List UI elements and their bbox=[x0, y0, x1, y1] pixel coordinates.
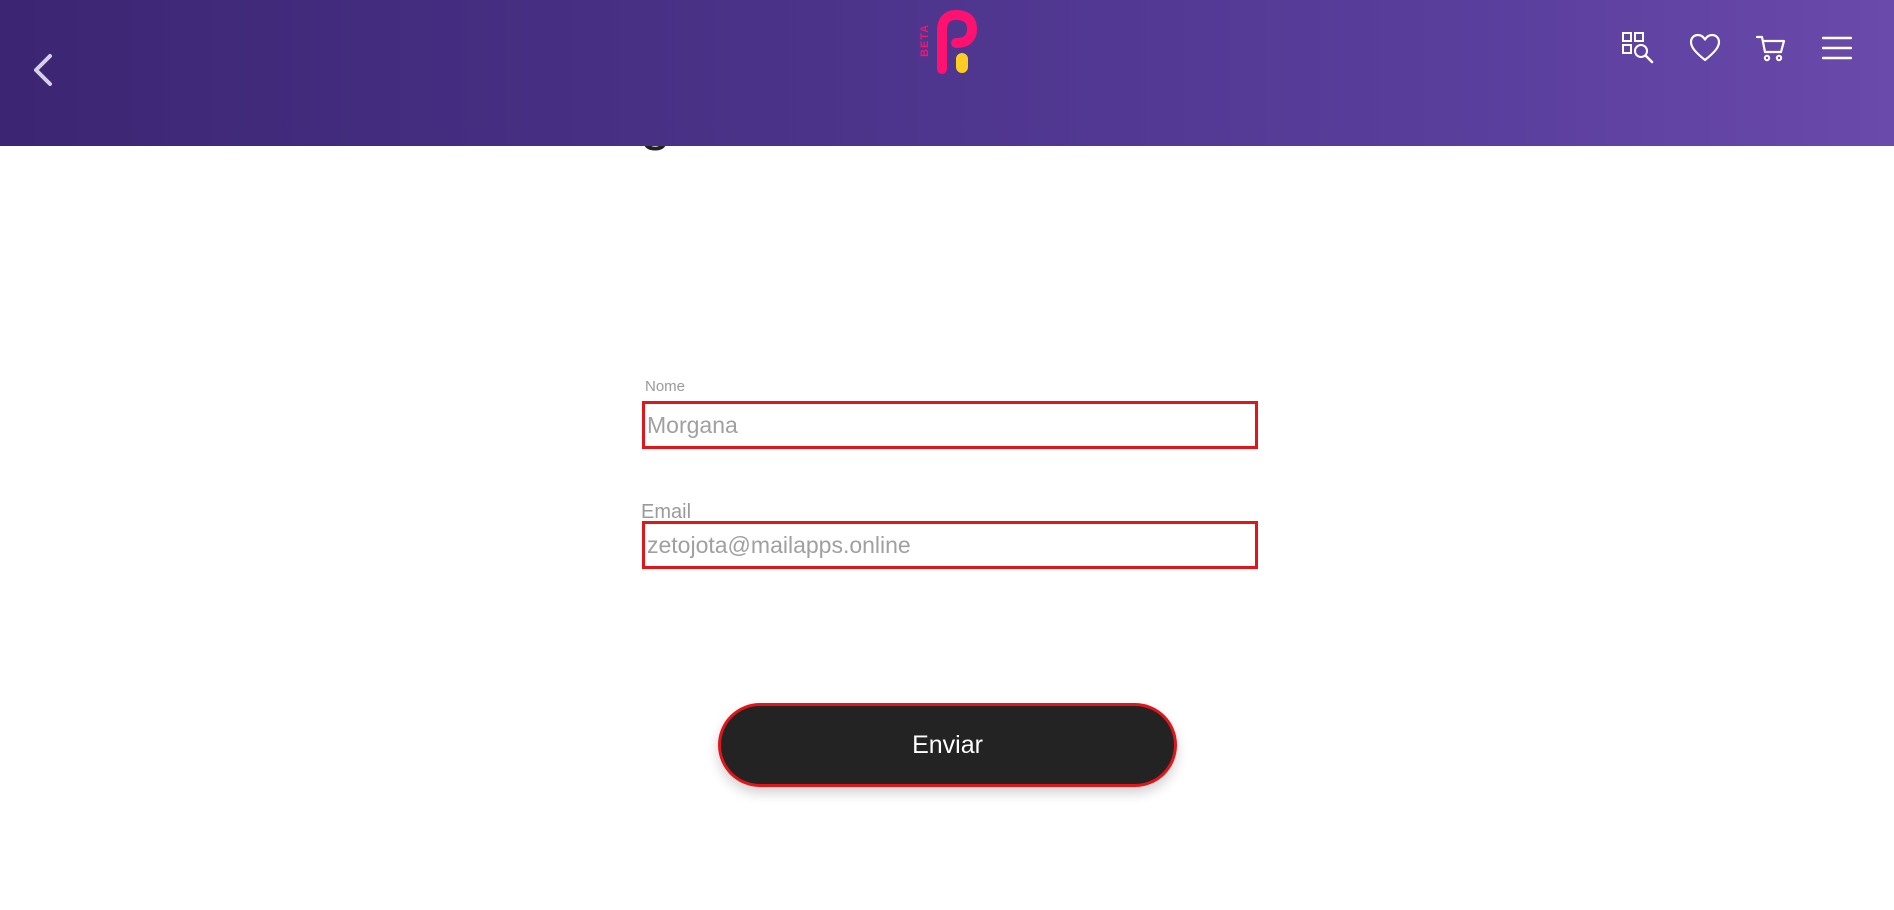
beta-badge: BETA bbox=[919, 24, 931, 57]
brand-logo[interactable]: BETA bbox=[914, 9, 980, 75]
catalog-search-button[interactable] bbox=[1620, 30, 1656, 66]
submit-button[interactable]: Enviar bbox=[718, 703, 1177, 787]
name-field-label: Nome bbox=[645, 378, 686, 395]
name-field[interactable] bbox=[642, 401, 1258, 449]
grid-search-icon bbox=[1622, 32, 1654, 64]
back-button[interactable] bbox=[26, 52, 60, 88]
cart-button[interactable] bbox=[1753, 30, 1789, 66]
top-navigation-bar: BETA bbox=[0, 0, 1894, 146]
wishlist-button[interactable] bbox=[1687, 30, 1723, 66]
hamburger-menu-icon bbox=[1822, 36, 1852, 60]
email-field[interactable] bbox=[642, 521, 1258, 569]
page: g BETA bbox=[0, 0, 1894, 910]
menu-button[interactable] bbox=[1819, 30, 1855, 66]
heart-icon bbox=[1689, 33, 1721, 62]
cart-icon bbox=[1755, 35, 1786, 62]
brand-logo-mark: BETA bbox=[919, 9, 978, 74]
chevron-left-icon bbox=[34, 54, 52, 86]
